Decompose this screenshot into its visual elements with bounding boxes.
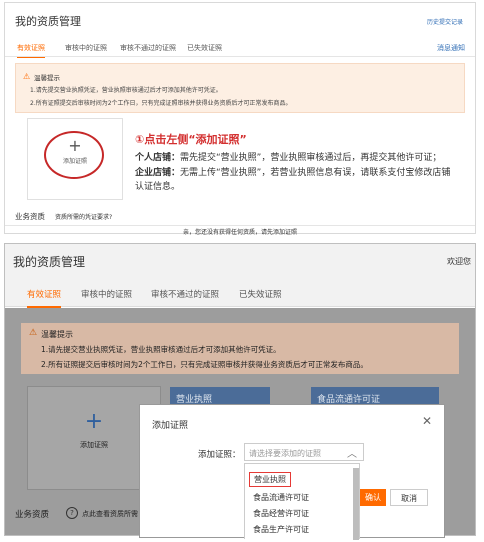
header: 我的资质管理 欢迎您 <box>5 244 475 277</box>
enterprise-store-instruction: 企业店铺：无需上传“营业执照”，若营业执照信息有误，请联系支付宝修改店铺认证信息… <box>135 166 455 194</box>
warning-icon: ⚠ <box>29 328 38 338</box>
tip-heading: 温馨提示 <box>34 74 60 82</box>
select-placeholder: 请选择要添加的证照 <box>249 449 321 458</box>
certificate-field-label: 添加证照： <box>198 450 241 460</box>
business-qualification-label: 业务资质 <box>15 510 50 520</box>
close-icon[interactable]: ✕ <box>422 414 432 428</box>
tab-valid[interactable]: 有效证照 <box>27 288 62 308</box>
enterprise-store-label: 企业店铺： <box>135 168 181 178</box>
warning-icon: ⚠ <box>23 72 31 81</box>
qualification-panel-dialog: 我的资质管理 欢迎您 有效证照 审核中的证照 审核不通过的证照 已失效证照 ⚠ … <box>4 243 476 540</box>
tip-line-2: 2.所有证照提交后审核时间为2个工作日，只有完成证照审核并获得业务资质后才可正常… <box>30 100 292 107</box>
tab-rejected[interactable]: 审核不通过的证照 <box>120 43 176 53</box>
add-certificate-dialog: 添加证照 ✕ 添加证照： 请选择要添加的证照 ︿ 确认 取消 营业执照 食品流通… <box>139 404 445 540</box>
step-instruction-title: ①点击左侧“添加证照” <box>135 133 247 146</box>
tip-heading: 温馨提示 <box>41 330 73 339</box>
tip-line-1: 1.请先提交营业执照凭证，营业执照审核通过后才可添加其他许可凭证。 <box>41 345 281 354</box>
certificate-dropdown-list: 营业执照 食品流通许可证 食品经营许可证 食品生产许可证 <box>244 463 360 540</box>
help-icon[interactable]: ? <box>66 507 78 519</box>
tip-box: ⚠ 温馨提示 1.请先提交营业执照凭证，营业执照审核通过后才可添加其他许可凭证。… <box>15 63 465 113</box>
welcome-text: 欢迎您 <box>447 257 471 266</box>
tab-bar: 有效证照 审核中的证照 审核不通过的证照 已失效证照 <box>5 277 475 308</box>
dropdown-scrollbar[interactable] <box>353 468 359 540</box>
enterprise-store-text: 无需上传“营业执照”，若营业执照信息有误，请联系支付宝修改店铺认证信息。 <box>135 168 451 192</box>
tab-rejected[interactable]: 审核不通过的证照 <box>151 288 219 300</box>
tab-expired[interactable]: 已失效证照 <box>239 288 282 300</box>
page-title: 我的资质管理 <box>15 15 81 28</box>
tab-reviewing[interactable]: 审核中的证照 <box>65 43 107 53</box>
personal-store-instruction: 个人店铺：需先提交“营业执照”，营业执照审核通过后，再提交其他许可证； <box>135 151 455 165</box>
qualification-panel-annotated: 我的资质管理 历史提交记录 有效证照 审核中的证照 审核不通过的证照 已失效证照… <box>4 2 476 236</box>
tab-expired[interactable]: 已失效证照 <box>187 43 222 53</box>
page-title: 我的资质管理 <box>13 255 86 269</box>
history-link[interactable]: 历史提交记录 <box>427 17 463 26</box>
business-qualification-label: 业务资质 <box>15 212 45 221</box>
empty-state-message: 亲，您还没有获得任何资质，请先添加证照 <box>5 225 475 236</box>
personal-store-label: 个人店铺： <box>135 153 181 163</box>
message-link[interactable]: 消息通知 <box>437 43 465 53</box>
tip-line-2: 2.所有证照提交后审核时间为2个工作日，只有完成证照审核并获得业务资质后才可正常… <box>41 360 368 369</box>
option-food-operation-permit[interactable]: 食品经营许可证 <box>253 508 309 519</box>
tab-reviewing[interactable]: 审核中的证照 <box>81 288 132 300</box>
option-business-license[interactable]: 营业执照 <box>249 472 291 487</box>
dialog-title: 添加证照 <box>152 421 189 431</box>
tab-valid[interactable]: 有效证照 <box>17 43 45 58</box>
add-certificate-label: 添加证照 <box>62 158 87 165</box>
certificate-select[interactable]: 请选择要添加的证照 ︿ <box>244 443 364 461</box>
add-certificate-button[interactable]: + 添加证照 <box>27 118 123 200</box>
tab-bar: 有效证照 审核中的证照 审核不通过的证照 已失效证照 <box>5 39 475 58</box>
business-qualification-hint[interactable]: 点此查看资质所需 <box>82 509 138 519</box>
business-qualification-hint[interactable]: 资质所需的凭证要求? <box>55 212 112 221</box>
tip-box: ⚠ 温馨提示 1.请先提交营业执照凭证，营业执照审核通过后才可添加其他许可凭证。… <box>21 323 459 374</box>
plus-icon: + <box>68 136 82 155</box>
tip-line-1: 1.请先提交营业执照凭证，营业执照审核通过后才可添加其他许可凭证。 <box>30 87 222 94</box>
chevron-up-icon: ︿ <box>347 449 357 460</box>
option-food-circulation-permit[interactable]: 食品流通许可证 <box>253 492 309 503</box>
cancel-button[interactable]: 取消 <box>390 489 428 506</box>
option-food-production-permit[interactable]: 食品生产许可证 <box>253 524 309 535</box>
personal-store-text: 需先提交“营业执照”，营业执照审核通过后，再提交其他许可证； <box>180 153 442 163</box>
